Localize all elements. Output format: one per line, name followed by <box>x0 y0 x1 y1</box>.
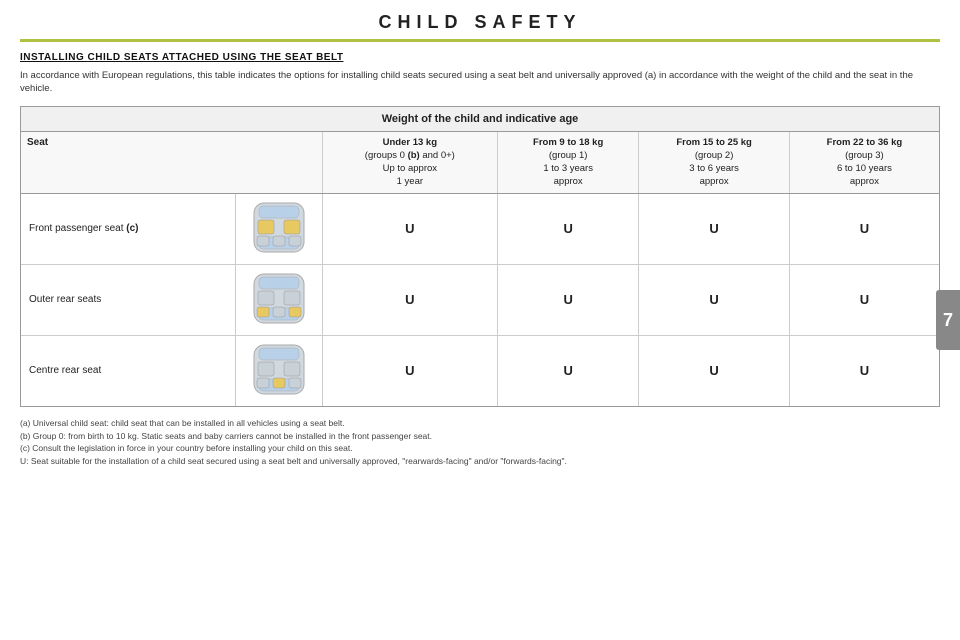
title-divider <box>20 39 940 42</box>
row0-val2: U <box>639 193 789 264</box>
table-row: Front passenger seat (c) <box>21 193 939 264</box>
section-heading: INSTALLING CHILD SEATS ATTACHED USING TH… <box>20 52 940 63</box>
child-seat-table: Weight of the child and indicative age S… <box>20 106 940 407</box>
row2-val1: U <box>497 335 638 406</box>
col-header-2: From 15 to 25 kg (group 2) 3 to 6 years … <box>639 131 789 193</box>
seat-img-rear-centre <box>235 335 322 406</box>
row2-val2: U <box>639 335 789 406</box>
seat-label-1: Outer rear seats <box>21 264 235 335</box>
table-row: Centre rear seat <box>21 335 939 406</box>
intro-text: In accordance with European regulations,… <box>20 69 940 96</box>
row1-val1: U <box>497 264 638 335</box>
seat-label-0: Front passenger seat (c) <box>21 193 235 264</box>
row2-val3: U <box>789 335 939 406</box>
seat-label-2: Centre rear seat <box>21 335 235 406</box>
table-main-header-row: Weight of the child and indicative age <box>21 107 939 132</box>
page-title: CHILD SAFETY <box>0 0 960 39</box>
col-header-0: Under 13 kg (groups 0 (b) and 0+) Up to … <box>322 131 497 193</box>
row0-val0: U <box>322 193 497 264</box>
col-header-1: From 9 to 18 kg (group 1) 1 to 3 years a… <box>497 131 638 193</box>
seat-img-rear-outer <box>235 264 322 335</box>
row1-val2: U <box>639 264 789 335</box>
footer-note-2: (c) Consult the legislation in force in … <box>20 442 940 455</box>
footer-note-1: (b) Group 0: from birth to 10 kg. Static… <box>20 430 940 443</box>
table-main-header: Weight of the child and indicative age <box>21 107 939 132</box>
row1-val0: U <box>322 264 497 335</box>
col-header-3: From 22 to 36 kg (group 3) 6 to 10 years… <box>789 131 939 193</box>
seat-col-header: Seat <box>21 131 322 193</box>
footer-note-3: U: Seat suitable for the installation of… <box>20 455 940 468</box>
table-row: Outer rear seats <box>21 264 939 335</box>
row0-val3: U <box>789 193 939 264</box>
footer-note-0: (a) Universal child seat: child seat tha… <box>20 417 940 430</box>
seat-img-front <box>235 193 322 264</box>
row0-val1: U <box>497 193 638 264</box>
row2-val0: U <box>322 335 497 406</box>
page-tab: 7 <box>936 290 960 350</box>
footer-notes: (a) Universal child seat: child seat tha… <box>20 417 940 468</box>
row1-val3: U <box>789 264 939 335</box>
table-col-header-row: Seat Under 13 kg (groups 0 (b) and 0+) U… <box>21 131 939 193</box>
